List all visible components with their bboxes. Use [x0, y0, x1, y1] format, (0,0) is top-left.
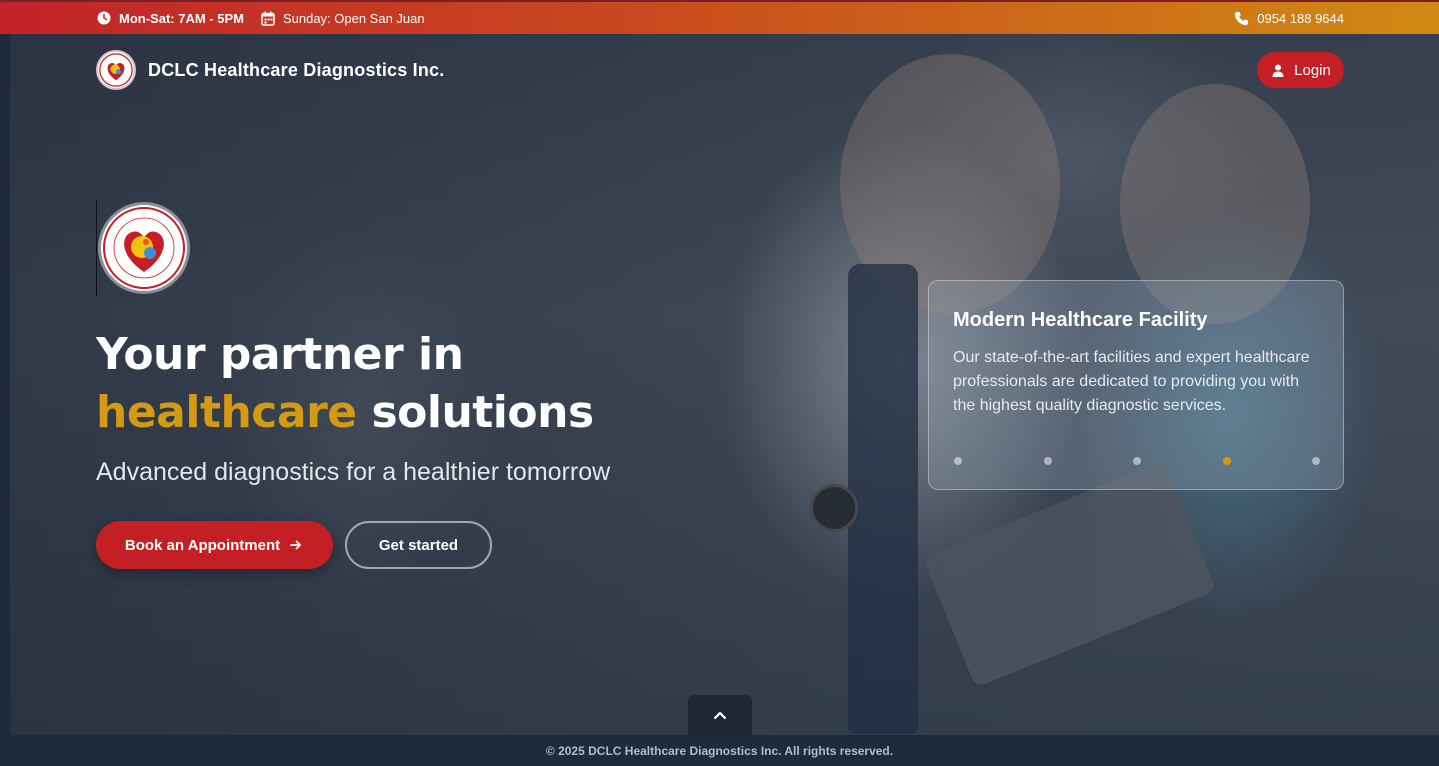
hero-photo-tablet — [923, 460, 1217, 688]
copyright-text: © 2025 DCLC Healthcare Diagnostics Inc. … — [545, 743, 894, 758]
login-button[interactable]: Login — [1257, 52, 1344, 88]
book-appointment-button[interactable]: Book an Appointment — [96, 521, 333, 569]
carousel-dots — [954, 457, 1320, 465]
login-label: Login — [1294, 61, 1331, 79]
hours-text: Mon-Sat: 7AM - 5PM — [119, 10, 244, 26]
arrow-right-icon — [288, 537, 304, 553]
phone-number[interactable]: 0954 188 9644 — [1257, 11, 1344, 26]
phone-icon — [1233, 10, 1249, 26]
chevron-up-icon — [712, 707, 728, 723]
hours-info: Mon-Sat: 7AM - 5PM — [96, 10, 244, 26]
carousel-dot[interactable] — [954, 457, 962, 465]
hero-photo-doctor — [840, 54, 1060, 314]
sunday-info: Sunday: Open San Juan — [260, 10, 425, 26]
hero-headline: Your partner in healthcare solutions — [96, 326, 656, 442]
scroll-to-top-button[interactable] — [688, 695, 752, 735]
headline-accent: healthcare — [96, 387, 357, 438]
brand-logo[interactable] — [96, 50, 136, 90]
carousel-dot-active[interactable] — [1222, 457, 1231, 465]
hero-photo-stethoscope — [810, 484, 858, 532]
card-body: Our state-of-the-art facilities and expe… — [953, 349, 1310, 414]
clock-icon — [96, 10, 112, 26]
footer: © 2025 DCLC Healthcare Diagnostics Inc. … — [0, 735, 1439, 766]
get-started-button[interactable]: Get started — [345, 521, 492, 569]
hero-logo — [98, 202, 190, 294]
hero-photo-tie — [848, 264, 918, 734]
logo-divider — [96, 200, 97, 296]
calendar-icon — [260, 10, 276, 26]
top-info-bar: Mon-Sat: 7AM - 5PM Sunday: Open San Juan… — [0, 0, 1439, 34]
carousel-dot[interactable] — [1043, 457, 1052, 465]
brand-name[interactable]: DCLC Healthcare Diagnostics Inc. — [148, 60, 444, 81]
card-title: Modern Healthcare Facility — [953, 309, 1208, 331]
feature-card: Modern Healthcare Facility Our state-of-… — [928, 280, 1344, 490]
headline-rest: solutions — [371, 387, 594, 438]
headline-line1: Your partner in — [96, 329, 464, 380]
navbar: DCLC Healthcare Diagnostics Inc. — [96, 50, 444, 90]
carousel-dot[interactable] — [1312, 457, 1320, 465]
get-started-label: Get started — [378, 536, 459, 554]
sunday-text: Sunday: Open San Juan — [282, 10, 425, 26]
hero-subtitle: Advanced diagnostics for a healthier tom… — [96, 458, 611, 486]
book-appointment-label: Book an Appointment — [124, 536, 281, 554]
user-icon — [1270, 62, 1286, 78]
phone-info[interactable]: 0954 188 9644 — [1233, 10, 1344, 26]
left-edge — [0, 34, 10, 735]
carousel-dot[interactable] — [1133, 457, 1141, 465]
